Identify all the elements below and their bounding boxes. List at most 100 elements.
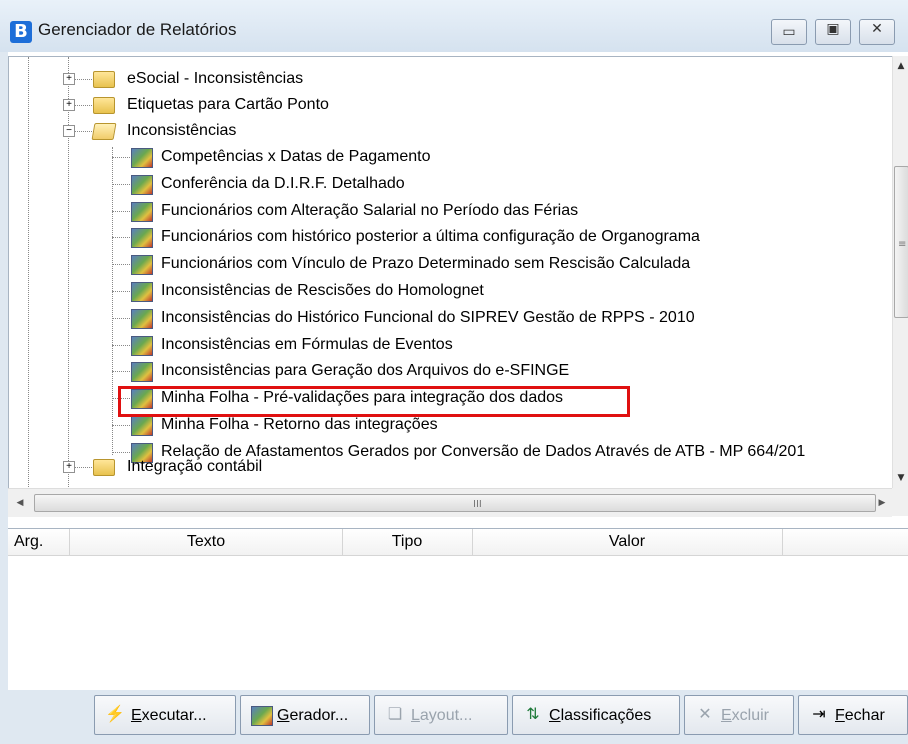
tree-connector [112,452,132,453]
report-icon [131,282,153,302]
report-label: Inconsistências do Histórico Funcional d… [161,309,695,326]
expand-icon[interactable]: + [63,99,75,111]
minimize-button[interactable]: ▭ [771,19,807,45]
report-item[interactable]: Inconsistências para Geração dos Arquivo… [9,359,893,383]
label-text: erador... [289,707,349,724]
collapse-icon[interactable]: − [63,125,75,137]
lightning-icon: ⚡ [105,706,125,723]
tree-folder-esocial[interactable]: + eSocial - Inconsistências [9,67,809,91]
expand-icon[interactable]: + [63,461,75,473]
report-icon [131,362,153,382]
report-icon [131,228,153,248]
report-icon [131,148,153,168]
report-label: Funcionários com histórico posterior a ú… [161,228,700,245]
report-icon [131,255,153,275]
column-header-texto[interactable]: Texto [70,529,343,555]
report-item[interactable]: Inconsistências de Rescisões do Homologn… [9,279,893,303]
arguments-table[interactable]: Arg. Texto Tipo Valor [8,528,908,691]
grip-icon: III [473,499,482,510]
button-label: Classificações [549,707,651,725]
title-bar[interactable]: B Gerenciador de Relatórios ▭ ▣ ✕ [0,0,908,52]
horizontal-scroll-thumb[interactable]: III [34,494,876,512]
tree-folder-inconsistencias[interactable]: − Inconsistências [9,119,809,143]
action-toolbar: ⚡ Executar... Gerador... ❏ Layout... ⇅ Classif… [8,690,908,744]
button-label: Fechar [835,707,885,725]
maximize-button[interactable]: ▣ [815,19,851,45]
scroll-down-icon[interactable]: ▼ [893,470,908,486]
report-icon [131,336,153,356]
report-icon [131,175,153,195]
vertical-scroll-thumb[interactable]: ≡ [894,166,908,318]
close-window-button[interactable]: ⇥ Fechar [798,695,908,735]
column-header-tipo[interactable]: Tipo [342,529,473,555]
delete-button[interactable]: ✕ Excluir [684,695,794,735]
tree-connector [112,211,132,212]
report-label: Inconsistências de Rescisões do Homologn… [161,282,484,299]
classifications-button[interactable]: ⇅ Classificações [512,695,680,735]
tree-connector [112,157,132,158]
report-tree[interactable]: + eSocial - Inconsistências + Etiquetas … [8,56,893,489]
button-label: Layout... [411,707,472,725]
tree-folder-etiquetas[interactable]: + Etiquetas para Cartão Ponto [9,93,809,117]
close-button[interactable]: ✕ [859,19,895,45]
label-text: xecutar... [141,707,207,724]
column-header-valor[interactable]: Valor [472,529,783,555]
execute-button[interactable]: ⚡ Executar... [94,695,236,735]
generator-button[interactable]: Gerador... [240,695,370,735]
expand-icon[interactable]: + [63,73,75,85]
label-text: echar [844,707,885,724]
tree-connector [112,425,132,426]
report-label: Competências x Datas de Pagamento [161,148,431,165]
exit-door-icon: ⇥ [812,706,826,723]
report-manager-window: B Gerenciador de Relatórios ▭ ▣ ✕ + eSoc… [0,0,908,744]
tree-connector [112,264,132,265]
report-label: Funcionários com Alteração Salarial no P… [161,202,579,219]
tree-connector [112,237,132,238]
label-text: lassificações [560,707,652,724]
button-label: Gerador... [277,707,348,725]
report-item[interactable]: Funcionários com Vínculo de Prazo Determ… [9,252,893,276]
report-label: Conferência da D.I.R.F. Detalhado [161,175,405,192]
vertical-scrollbar[interactable]: ▲ ≡ ▼ [892,56,908,488]
tree-folder-label: Integração contábil [127,458,263,475]
layout-icon: ❏ [387,706,403,723]
access-key: G [277,707,290,724]
arguments-table-header: Arg. Texto Tipo Valor [8,529,908,556]
report-label: Inconsistências em Fórmulas de Eventos [161,336,453,353]
horizontal-scrollbar[interactable]: ◀ III ▶ [8,488,892,517]
report-item[interactable]: Funcionários com histórico posterior a ú… [9,225,893,249]
report-item[interactable]: Competências x Datas de Pagamento [9,145,893,169]
scroll-left-icon[interactable]: ◀ [12,495,28,511]
report-item[interactable]: Inconsistências do Histórico Funcional d… [9,306,893,330]
tree-folder-label: eSocial - Inconsistências [127,70,304,87]
delete-icon: ✕ [698,706,712,723]
label-text: xcluir [731,707,770,724]
report-icon [131,309,153,329]
access-key: L [411,707,420,724]
scroll-corner [892,488,908,516]
report-generator-icon [251,706,273,726]
scroll-up-icon[interactable]: ▲ [893,58,908,74]
open-folder-icon [91,123,117,140]
tree-folder-integracao-contabil[interactable]: + Integração contábil [9,455,809,479]
report-item[interactable]: Conferência da D.I.R.F. Detalhado [9,172,893,196]
tree-connector [112,371,132,372]
report-item[interactable]: Funcionários com Alteração Salarial no P… [9,199,893,223]
report-label: Funcionários com Vínculo de Prazo Determ… [161,255,691,272]
folder-icon [93,71,115,88]
layout-button[interactable]: ❏ Layout... [374,695,508,735]
column-header-arg[interactable]: Arg. [8,529,70,555]
tree-connector [112,318,132,319]
report-item[interactable]: Inconsistências em Fórmulas de Eventos [9,333,893,357]
window-title: Gerenciador de Relatórios [38,20,237,39]
folder-icon [93,97,115,114]
app-logo-icon: B [10,21,32,43]
label-text: ayout... [419,707,473,724]
classifications-icon: ⇅ [526,706,540,723]
minimize-icon: ▭ [782,24,796,40]
button-label: Excluir [721,707,769,725]
report-label: Minha Folha - Retorno das integrações [161,416,438,433]
scroll-right-icon[interactable]: ▶ [874,495,890,511]
tree-folder-label: Inconsistências [127,122,237,139]
folder-icon [93,459,115,476]
